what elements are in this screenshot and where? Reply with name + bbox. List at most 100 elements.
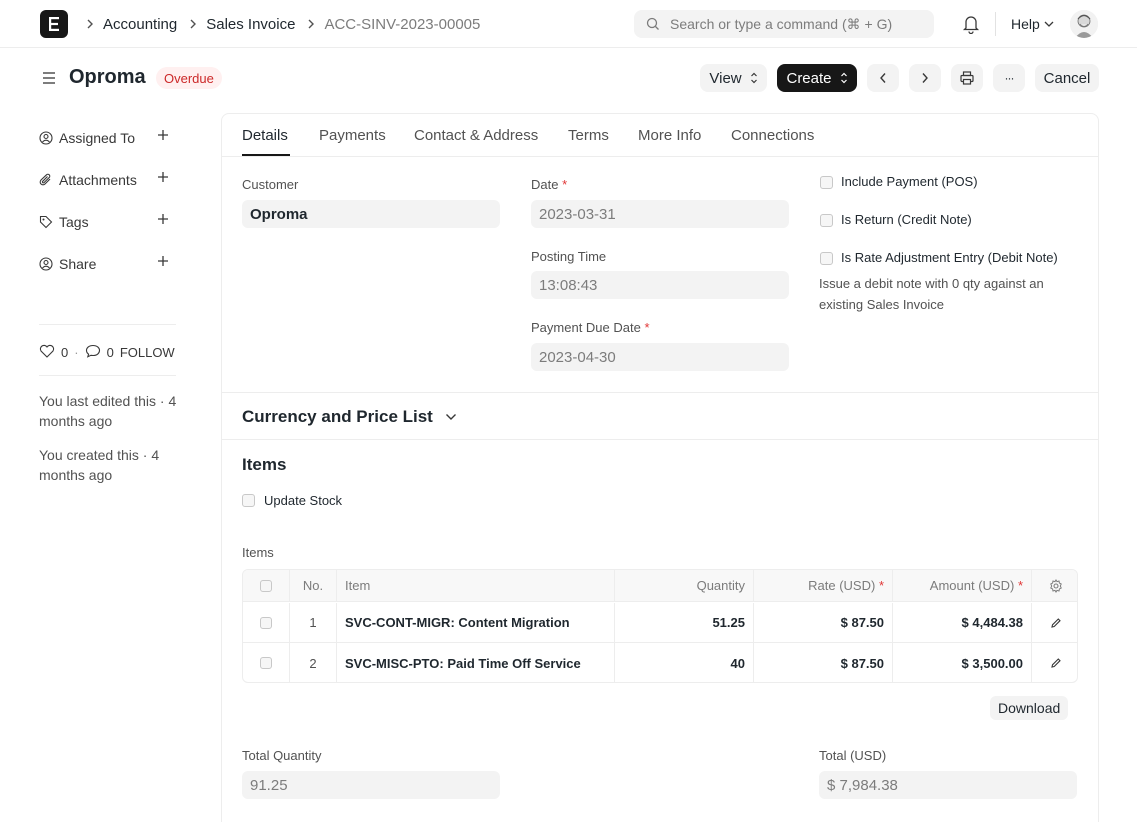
rate-adjustment-label: Is Rate Adjustment Entry (Debit Note) <box>841 250 1058 265</box>
next-button[interactable] <box>909 64 941 92</box>
pencil-icon <box>1050 617 1061 628</box>
chevron-left-icon <box>880 73 886 83</box>
breadcrumb-accounting[interactable]: Accounting <box>103 16 177 33</box>
select-all-checkbox[interactable] <box>260 579 272 592</box>
row-checkbox[interactable] <box>260 616 272 629</box>
items-table-label: Items <box>242 545 274 560</box>
total-quantity-field[interactable]: 91.25 <box>242 771 500 799</box>
cancel-button[interactable]: Cancel <box>1035 64 1099 92</box>
view-button-label: View <box>709 69 742 87</box>
rate-adjustment-checkbox[interactable] <box>820 252 833 265</box>
tab-contact-address[interactable]: Contact & Address <box>414 127 538 144</box>
tab-details[interactable]: Details <box>242 127 288 144</box>
plus-icon[interactable] <box>157 255 169 267</box>
erpnext-logo-icon <box>49 17 59 31</box>
status-badge: Overdue <box>156 67 222 89</box>
sidebar-item-label: Attachments <box>59 172 137 188</box>
section-divider <box>222 439 1098 440</box>
search-placeholder: Search or type a command (⌘ + G) <box>670 15 893 32</box>
table-row[interactable]: 2 SVC-MISC-PTO: Paid Time Off Service 40… <box>243 643 1077 682</box>
plus-icon[interactable] <box>157 171 169 183</box>
row-amount[interactable]: $ 4,484.38 <box>893 603 1032 642</box>
row-edit-button[interactable] <box>1032 603 1077 642</box>
update-stock-checkbox[interactable] <box>242 494 255 507</box>
breadcrumb-current[interactable]: ACC-SINV-2023-00005 <box>324 16 480 33</box>
more-actions-icon: ··· <box>1004 71 1015 85</box>
sidebar-item-label: Assigned To <box>59 130 136 146</box>
row-edit-button[interactable] <box>1032 643 1077 682</box>
search-input[interactable]: Search or type a command (⌘ + G) <box>634 10 934 38</box>
search-icon <box>646 17 659 30</box>
row-quantity[interactable]: 51.25 <box>615 603 754 642</box>
row-item[interactable]: SVC-MISC-PTO: Paid Time Off Service <box>337 643 615 682</box>
gear-icon <box>1049 578 1062 593</box>
download-button[interactable]: Download <box>990 696 1069 720</box>
date-field[interactable]: 2023-03-31 <box>531 200 789 228</box>
plus-icon[interactable] <box>157 129 169 141</box>
active-tab-indicator <box>242 154 290 156</box>
table-row[interactable]: 1 SVC-CONT-MIGR: Content Migration 51.25… <box>243 603 1077 643</box>
currency-section-header[interactable]: Currency and Price List <box>242 407 457 427</box>
row-checkbox[interactable] <box>260 657 272 669</box>
row-number: 1 <box>290 603 337 642</box>
total-quantity-label: Total Quantity <box>242 748 322 763</box>
row-number: 2 <box>290 643 337 682</box>
column-quantity: Quantity <box>615 570 754 601</box>
assign-icon <box>39 131 53 145</box>
user-avatar-icon <box>1070 10 1098 38</box>
posting-time-field[interactable]: 13:08:43 <box>531 271 789 299</box>
items-section-title: Items <box>242 455 287 474</box>
more-actions-button[interactable]: ··· <box>993 64 1025 92</box>
navbar: Accounting Sales Invoice ACC-SINV-2023-0… <box>0 0 1137 48</box>
row-rate[interactable]: $ 87.50 <box>754 603 893 642</box>
sidebar-item-assigned-to[interactable]: Assigned To <box>39 128 175 148</box>
customer-value: Oproma <box>250 205 308 223</box>
help-dropdown[interactable]: Help <box>1011 0 1054 48</box>
view-button[interactable]: View <box>700 64 767 92</box>
heart-icon[interactable] <box>39 344 55 361</box>
chevron-right-icon <box>307 19 315 29</box>
select-all-cell <box>243 570 290 601</box>
posting-time-label: Posting Time <box>531 249 607 264</box>
help-label: Help <box>1011 16 1040 32</box>
breadcrumb: Accounting Sales Invoice ACC-SINV-2023-0… <box>82 0 480 48</box>
row-rate[interactable]: $ 87.50 <box>754 643 893 682</box>
updown-icon <box>750 72 758 84</box>
create-button[interactable]: Create <box>777 64 857 92</box>
sidebar-toggle-icon[interactable] <box>41 70 57 89</box>
row-select-cell <box>243 643 290 682</box>
breadcrumb-sales-invoice[interactable]: Sales Invoice <box>206 16 295 33</box>
row-quantity[interactable]: 40 <box>615 643 754 682</box>
sidebar-item-share[interactable]: Share <box>39 254 175 274</box>
follow-button[interactable]: FOLLOW <box>120 345 175 360</box>
customer-label: Customer <box>242 177 299 192</box>
app-logo[interactable] <box>40 10 68 38</box>
due-date-field[interactable]: 2023-04-30 <box>531 343 789 371</box>
notification-bell-icon[interactable] <box>962 14 980 37</box>
column-settings[interactable] <box>1032 570 1077 601</box>
customer-field[interactable]: Oproma <box>242 200 500 228</box>
is-return-checkbox[interactable] <box>820 214 833 227</box>
navbar-divider <box>995 12 996 36</box>
total-field[interactable]: $ 7,984.38 <box>819 771 1077 799</box>
sidebar-item-attachments[interactable]: Attachments <box>39 170 175 190</box>
row-item[interactable]: SVC-CONT-MIGR: Content Migration <box>337 603 615 642</box>
tab-payments[interactable]: Payments <box>319 127 386 144</box>
print-button[interactable] <box>951 64 983 92</box>
due-date-value: 2023-04-30 <box>539 348 616 366</box>
tab-more-info[interactable]: More Info <box>638 127 701 144</box>
is-return-label: Is Return (Credit Note) <box>841 212 972 227</box>
tab-connections[interactable]: Connections <box>731 127 814 144</box>
include-payment-checkbox[interactable] <box>820 176 833 189</box>
include-payment-label: Include Payment (POS) <box>841 174 978 189</box>
user-avatar[interactable] <box>1070 10 1098 38</box>
row-amount[interactable]: $ 3,500.00 <box>893 643 1032 682</box>
plus-icon[interactable] <box>157 213 169 225</box>
printer-icon <box>960 71 974 85</box>
comment-icon[interactable] <box>85 344 101 361</box>
items-table: No. Item Quantity Rate (USD) * Amount (U… <box>242 569 1078 683</box>
tab-terms[interactable]: Terms <box>568 127 609 144</box>
chevron-down-icon <box>445 413 457 421</box>
previous-button[interactable] <box>867 64 899 92</box>
sidebar-item-tags[interactable]: Tags <box>39 212 175 232</box>
